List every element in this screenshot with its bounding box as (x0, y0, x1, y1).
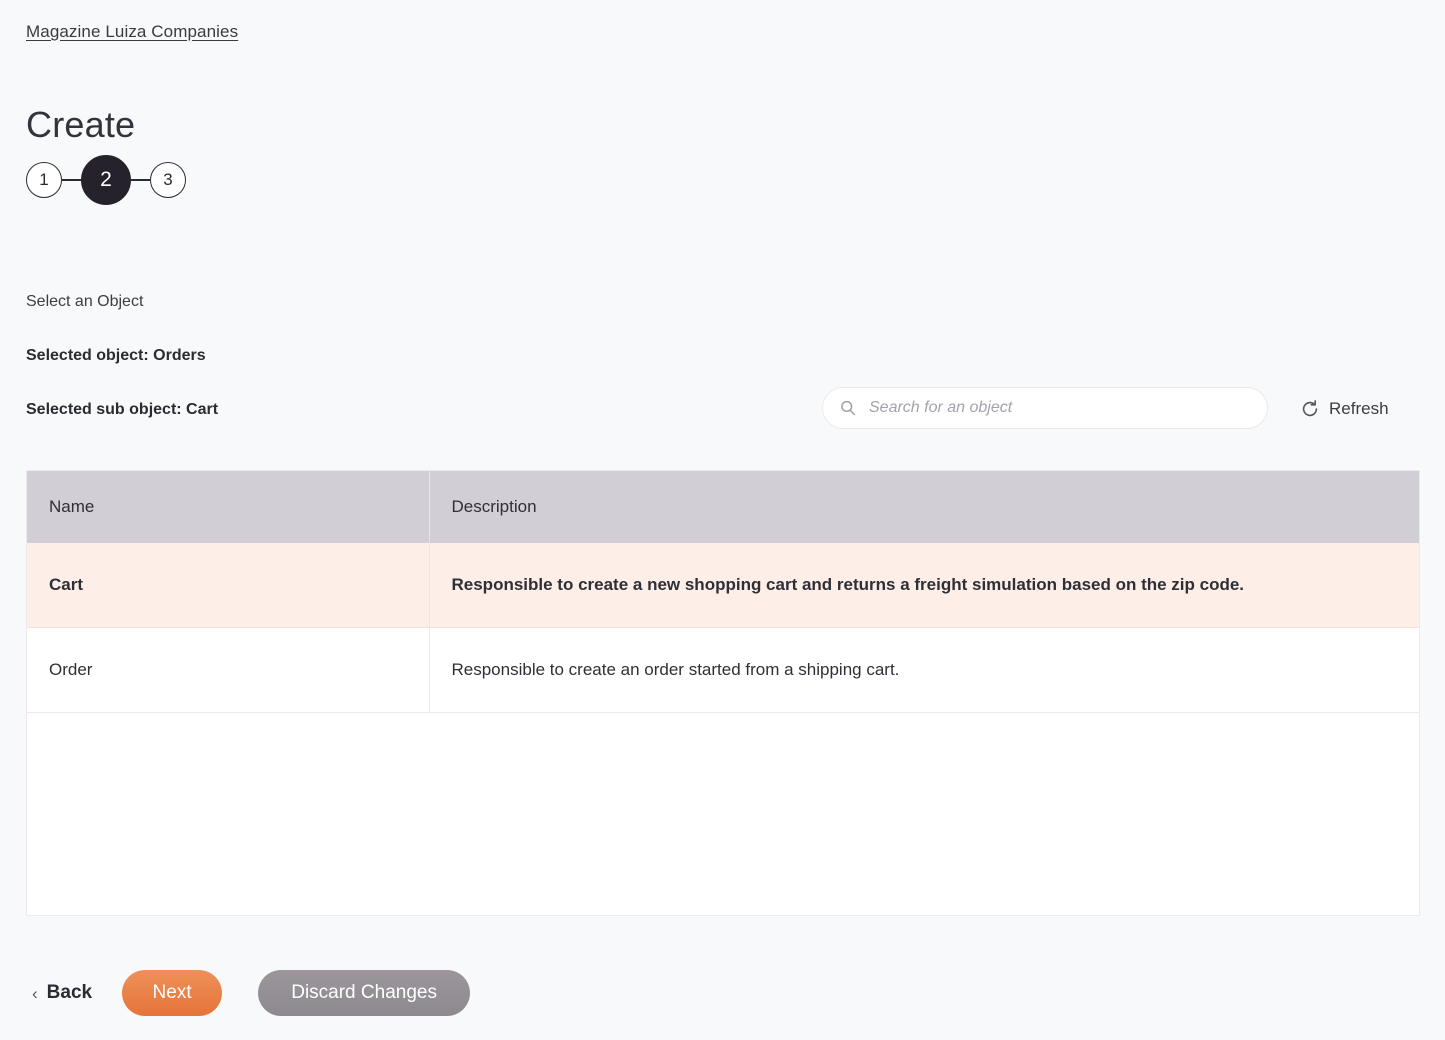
stepper: 1 2 3 (26, 155, 186, 205)
next-button[interactable]: Next (122, 970, 223, 1016)
cell-description: Responsible to create a new shopping car… (429, 543, 1419, 628)
refresh-label: Refresh (1329, 399, 1389, 418)
cell-name: Cart (27, 543, 430, 628)
table-row[interactable]: Order Responsible to create an order sta… (27, 627, 1419, 713)
select-object-label: Select an Object (26, 293, 144, 310)
step-1[interactable]: 1 (26, 162, 62, 198)
step-2[interactable]: 2 (81, 155, 131, 205)
discard-changes-button[interactable]: Discard Changes (258, 970, 471, 1016)
search-box[interactable] (822, 387, 1268, 429)
back-button[interactable]: ‹ Back (26, 982, 92, 1004)
create-page: Magazine Luiza Companies Create 1 2 3 Se… (0, 0, 1445, 1040)
table-header-row: Name Description (27, 471, 1419, 543)
search-input[interactable] (869, 399, 1253, 417)
column-header-name: Name (27, 471, 430, 543)
refresh-button[interactable]: Refresh (1300, 398, 1389, 420)
search-icon (841, 400, 856, 416)
chevron-left-icon: ‹ (32, 983, 38, 1003)
breadcrumb-magazine-luiza-companies[interactable]: Magazine Luiza Companies (26, 20, 238, 44)
column-header-description: Description (429, 471, 1419, 543)
page-title: Create (26, 104, 136, 146)
back-button-label: Back (46, 982, 93, 1003)
objects-table-container: Name Description Cart Responsible to cre… (26, 470, 1420, 916)
step-connector-2 (131, 179, 150, 181)
selected-object-label: Selected object: Orders (26, 347, 206, 364)
cell-description: Responsible to create an order started f… (429, 627, 1419, 713)
cell-name: Order (27, 627, 430, 713)
objects-table: Name Description Cart Responsible to cre… (27, 471, 1419, 713)
selected-sub-object-label: Selected sub object: Cart (26, 401, 219, 418)
refresh-icon (1302, 400, 1318, 417)
table-row[interactable]: Cart Responsible to create a new shoppin… (27, 543, 1419, 628)
footer-actions: ‹ Back Next Discard Changes (26, 968, 471, 1018)
step-3[interactable]: 3 (150, 162, 186, 198)
step-connector-1 (62, 179, 81, 181)
